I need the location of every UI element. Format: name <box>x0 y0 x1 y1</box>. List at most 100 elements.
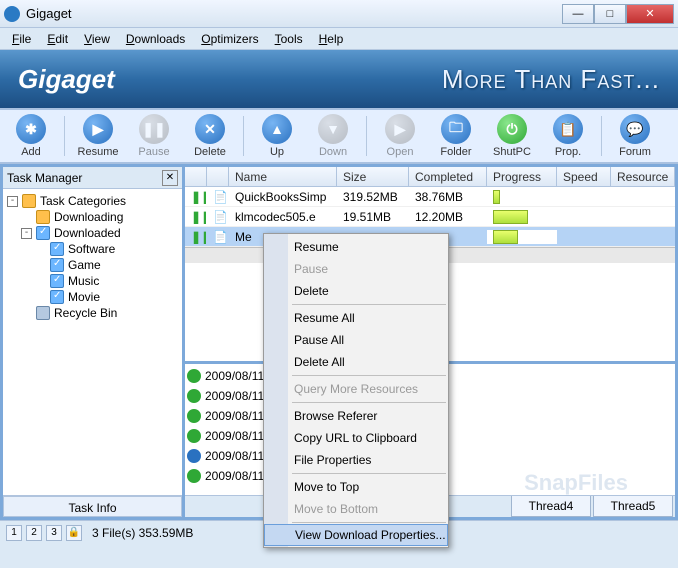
menu-optimizers[interactable]: Optimizers <box>193 30 266 48</box>
tree-node-movie[interactable]: Movie <box>7 289 178 305</box>
menu-tools[interactable]: Tools <box>267 30 311 48</box>
context-move-to-top[interactable]: Move to Top <box>264 476 448 498</box>
tool-add[interactable]: ✱ Add <box>6 114 56 158</box>
log-success-icon <box>187 469 201 483</box>
cell-progress: 12.1% <box>487 190 557 204</box>
menu-downloads[interactable]: Downloads <box>118 30 193 48</box>
col-speed[interactable]: Speed <box>557 167 611 186</box>
download-row[interactable]: ❚❚📄klmcodec505.e19.51MB12.20MB62.5% <box>185 207 675 227</box>
folder-icon <box>22 194 36 208</box>
tree-node-downloaded[interactable]: - Downloaded <box>7 225 178 241</box>
banner: Gigaget More Than Fast... <box>0 50 678 108</box>
tree-label: Recycle Bin <box>54 306 117 320</box>
context-browse-referer[interactable]: Browse Referer <box>264 405 448 427</box>
col-size[interactable]: Size <box>337 167 409 186</box>
tool-shutpc-icon: ⏻ <box>497 114 527 144</box>
tree-toggle-icon[interactable]: - <box>21 228 32 239</box>
close-button[interactable]: ✕ <box>626 4 674 24</box>
context-copy-url-to-clipboard[interactable]: Copy URL to Clipboard <box>264 427 448 449</box>
minimize-button[interactable]: — <box>562 4 594 24</box>
tool-resume[interactable]: ▶Resume <box>73 114 123 158</box>
tree-node-downloading[interactable]: Downloading <box>7 209 178 225</box>
context-separator <box>292 522 446 523</box>
context-separator <box>292 304 446 305</box>
tool-label: Up <box>270 146 284 158</box>
cell-name: QuickBooksSimp <box>229 190 337 204</box>
tool-label: Open <box>387 146 414 158</box>
maximize-button[interactable]: □ <box>594 4 626 24</box>
context-file-properties[interactable]: File Properties <box>264 449 448 471</box>
tool-label: Folder <box>440 146 471 158</box>
tree-node-game[interactable]: Game <box>7 257 178 273</box>
pause-state-icon: ❚❚ <box>185 230 207 244</box>
col-icon[interactable] <box>207 167 229 186</box>
tool-label: Add <box>21 146 41 158</box>
sidebar-title: Task Manager <box>7 171 162 185</box>
toolbar: ✱Add▶Resume❚❚Pause✕Delete▲Up▼Down▶Open🗀F… <box>0 108 678 164</box>
status-chip-1[interactable]: 1 <box>6 525 22 541</box>
menu-edit[interactable]: Edit <box>39 30 76 48</box>
tool-forum-icon: 💬 <box>620 114 650 144</box>
context-delete-all[interactable]: Delete All <box>264 351 448 373</box>
context-delete[interactable]: Delete <box>264 280 448 302</box>
tool-folder[interactable]: 🗀Folder <box>431 114 481 158</box>
menu-file[interactable]: File <box>4 30 39 48</box>
titlebar: Gigaget — □ ✕ <box>0 0 678 28</box>
log-time: 2009/08/11 <box>205 369 264 383</box>
context-separator <box>292 402 446 403</box>
col-completed[interactable]: Completed <box>409 167 487 186</box>
log-success-icon <box>187 429 201 443</box>
log-tab-thread5[interactable]: Thread5 <box>593 496 673 517</box>
check-icon <box>50 274 64 288</box>
menu-view[interactable]: View <box>76 30 118 48</box>
status-chip-lock-icon[interactable]: 🔒 <box>66 525 82 541</box>
log-tab-thread4[interactable]: Thread4 <box>511 496 591 517</box>
tab-task-info[interactable]: Task Info <box>3 496 182 517</box>
tree-label: Downloaded <box>54 226 121 240</box>
tree-node-task-categories[interactable]: -Task Categories <box>7 193 178 209</box>
tree-node-recycle-bin[interactable]: Recycle Bin <box>7 305 178 321</box>
status-text: 3 File(s) 353.59MB <box>92 526 193 540</box>
banner-slogan: More Than Fast... <box>442 64 660 95</box>
col-name[interactable]: Name <box>229 167 337 186</box>
tool-label: Prop. <box>555 146 581 158</box>
context-resume[interactable]: Resume <box>264 236 448 258</box>
tree-node-music[interactable]: Music <box>7 273 178 289</box>
col-state[interactable] <box>185 167 207 186</box>
sidebar-close-icon[interactable]: ✕ <box>162 170 178 186</box>
context-resume-all[interactable]: Resume All <box>264 307 448 329</box>
tool-label: Resume <box>78 146 119 158</box>
check-icon <box>50 258 64 272</box>
log-info-icon <box>187 449 201 463</box>
status-chip-3[interactable]: 3 <box>46 525 62 541</box>
col-resource[interactable]: Resource <box>611 167 675 186</box>
tool-up[interactable]: ▲Up <box>252 114 302 158</box>
tree-label: Movie <box>68 290 100 304</box>
pause-state-icon: ❚❚ <box>185 210 207 224</box>
window-controls: — □ ✕ <box>562 4 674 24</box>
tool-add-icon: ✱ <box>16 114 46 144</box>
context-pause-all[interactable]: Pause All <box>264 329 448 351</box>
tree-toggle-icon[interactable]: - <box>7 196 18 207</box>
status-chip-2[interactable]: 2 <box>26 525 42 541</box>
context-pause: Pause <box>264 258 448 280</box>
tool-open: ▶ Open <box>375 114 425 158</box>
cell-progress: 62.5% <box>487 210 557 224</box>
cell-completed: 38.76MB <box>409 190 487 204</box>
col-progress[interactable]: Progress <box>487 167 557 186</box>
download-row[interactable]: ❚❚📄QuickBooksSimp319.52MB38.76MB12.1% <box>185 187 675 207</box>
context-separator <box>292 473 446 474</box>
context-view-download-properties[interactable]: View Download Properties... <box>264 524 448 546</box>
tool-shutpc[interactable]: ⏻ShutPC <box>487 114 537 158</box>
tool-down-icon: ▼ <box>318 114 348 144</box>
cell-progress: 43.2% <box>487 230 557 244</box>
log-time: 2009/08/11 <box>205 389 264 403</box>
log-time: 2009/08/11 <box>205 449 264 463</box>
log-time: 2009/08/11 <box>205 429 264 443</box>
menu-help[interactable]: Help <box>311 30 352 48</box>
tool-open-icon: ▶ <box>385 114 415 144</box>
tool-prop[interactable]: 📋Prop. <box>543 114 593 158</box>
tool-forum[interactable]: 💬Forum <box>610 114 660 158</box>
tool-delete[interactable]: ✕Delete <box>185 114 235 158</box>
tree-node-software[interactable]: Software <box>7 241 178 257</box>
